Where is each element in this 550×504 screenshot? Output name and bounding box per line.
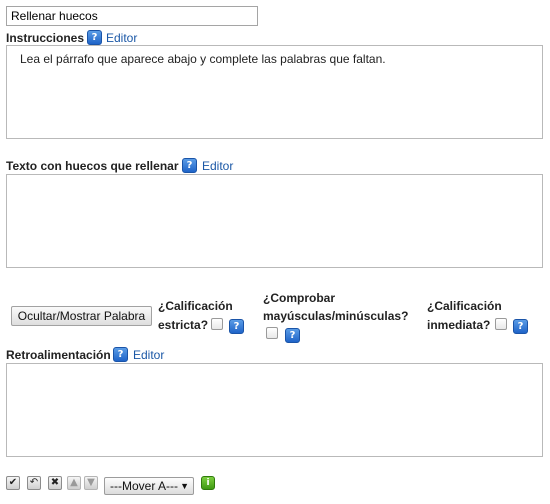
chevron-down-icon: ▼: [180, 481, 189, 491]
move-to-select[interactable]: ---Mover A--- ▼: [104, 477, 194, 495]
delete-icon[interactable]: ✖: [48, 476, 62, 490]
gap-text-label: Texto con huecos que rellenar: [6, 159, 179, 173]
feedback-textarea[interactable]: [6, 363, 543, 457]
gap-text-help-icon[interactable]: ?: [182, 158, 197, 173]
checkmark-icon[interactable]: ✔: [6, 476, 20, 490]
strict-grading-label: ¿Calificación: [158, 299, 233, 313]
strict-grading-label-2: estricta?: [158, 318, 209, 332]
instant-grading-checkbox[interactable]: [495, 318, 507, 330]
instructions-editor-link[interactable]: Editor: [106, 31, 137, 45]
instructions-label: Instrucciones: [6, 31, 85, 45]
instant-grading-help-icon[interactable]: ?: [513, 319, 528, 334]
instructions-help-icon[interactable]: ?: [87, 30, 102, 45]
strict-grading-checkbox[interactable]: [211, 318, 223, 330]
toggle-word-button[interactable]: Ocultar/Mostrar Palabra: [11, 306, 152, 326]
undo-icon[interactable]: ↶: [27, 476, 41, 490]
info-icon[interactable]: i: [201, 476, 215, 490]
case-check-label-2: mayúsculas/minúsculas?: [263, 309, 409, 323]
feedback-help-icon[interactable]: ?: [113, 347, 128, 362]
instructions-text: Lea el párrafo que aparece abajo y compl…: [20, 52, 386, 66]
gap-text-editor-link[interactable]: Editor: [202, 159, 233, 173]
move-to-select-value: ---Mover A---: [110, 479, 178, 493]
move-up-icon[interactable]: ▲: [67, 476, 81, 490]
instant-grading-label-2: inmediata?: [427, 318, 491, 332]
move-down-icon[interactable]: ▼: [84, 476, 98, 490]
case-check-checkbox[interactable]: [266, 327, 278, 339]
case-check-label: ¿Comprobar: [263, 291, 335, 305]
gap-text-textarea[interactable]: [6, 174, 543, 268]
case-check-help-icon[interactable]: ?: [285, 328, 300, 343]
feedback-editor-link[interactable]: Editor: [133, 348, 164, 362]
feedback-label: Retroalimentación: [6, 348, 111, 362]
instant-grading-label: ¿Calificación: [427, 299, 502, 313]
title-input[interactable]: Rellenar huecos: [6, 6, 258, 26]
instructions-textarea[interactable]: Lea el párrafo que aparece abajo y compl…: [6, 45, 543, 139]
strict-grading-help-icon[interactable]: ?: [229, 319, 244, 334]
